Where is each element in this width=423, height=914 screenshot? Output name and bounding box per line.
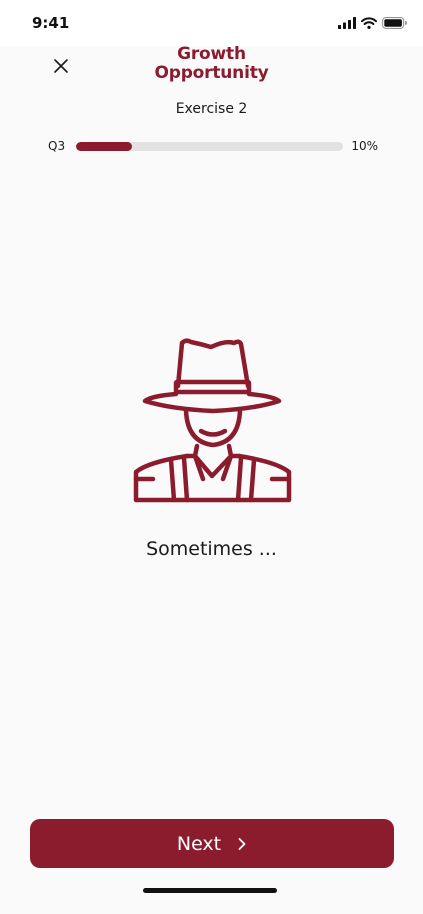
progress-track (76, 142, 343, 151)
chevron-right-icon (238, 837, 246, 850)
next-label: Next (176, 832, 222, 855)
next-button[interactable]: Next (30, 819, 394, 868)
exercise-screen: 9:41 Growth Opportunity Exercise 2 Q3 10… (0, 0, 423, 914)
brand-line-2: Opportunity (154, 63, 269, 83)
signal-icon (338, 17, 356, 29)
exercise-title: Exercise 2 (175, 101, 248, 117)
prompt-text: Sometimes ... (146, 538, 277, 560)
battery-icon (382, 17, 407, 29)
farmer-with-hat-icon (133, 338, 292, 503)
wifi-icon (361, 17, 377, 29)
home-indicator (143, 888, 277, 893)
question-label: Q3 (48, 139, 66, 153)
progress-fill (76, 142, 133, 151)
status-icons (338, 16, 407, 30)
status-time: 9:41 (32, 14, 70, 32)
brand-line-1: Growth (177, 44, 246, 64)
status-bar: 9:41 (0, 0, 423, 46)
progress-row: Q3 10% (48, 138, 378, 156)
brand-logo: Growth Opportunity (0, 45, 423, 83)
progress-percent: 10% (351, 139, 378, 153)
